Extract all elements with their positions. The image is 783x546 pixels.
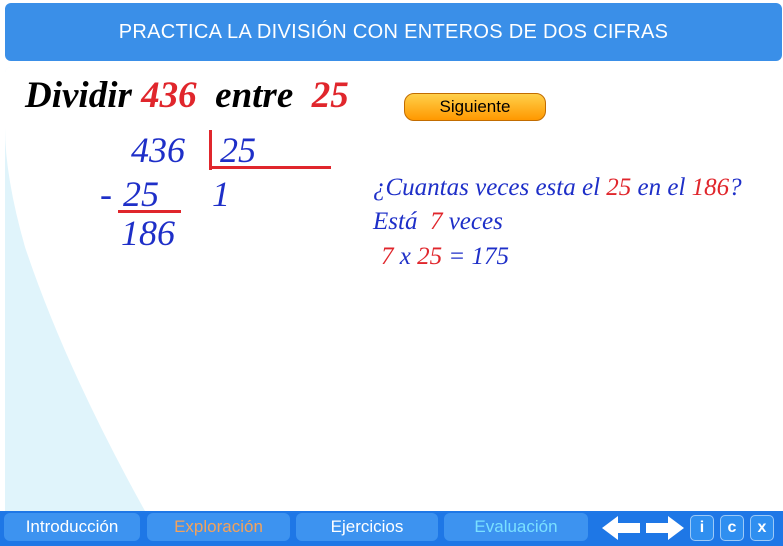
word-divide: Dividir <box>25 75 132 116</box>
calculation-line: 7 x 25 = 175 <box>381 242 509 272</box>
page-title: PRACTICA LA DIVISIÓN CON ENTEROS DE DOS … <box>118 21 669 43</box>
calc-b: 25 <box>417 243 443 270</box>
close-button[interactable]: x <box>750 515 774 541</box>
answer-prefix: Está <box>373 208 418 235</box>
word-between: entre <box>215 75 294 116</box>
question-suffix: ? <box>729 174 742 201</box>
division-subtrahend: 25 <box>123 174 159 214</box>
question-number-b: 186 <box>691 174 730 201</box>
info-button[interactable]: i <box>690 515 714 541</box>
calc-operator: x <box>399 243 411 270</box>
next-button[interactable]: Siguiente <box>404 93 546 121</box>
right-arrow-icon[interactable] <box>644 513 686 543</box>
footer-nav: Introducción Exploración Ejercicios Eval… <box>0 511 783 546</box>
calc-equals: = <box>448 243 466 270</box>
division-remainder: 186 <box>121 213 175 253</box>
dividend-value: 436 <box>141 75 197 116</box>
division-dividend: 436 <box>131 130 185 170</box>
question-number-a: 25 <box>606 174 632 201</box>
answer-line: Está 7 veces <box>373 207 503 237</box>
calc-a: 7 <box>381 243 394 270</box>
question-line: ¿Cuantas veces esta el 25 en el 186? <box>373 173 742 203</box>
question-middle: en el <box>637 174 686 201</box>
header-bar: PRACTICA LA DIVISIÓN CON ENTEROS DE DOS … <box>5 3 782 61</box>
left-arrow-icon[interactable] <box>600 513 642 543</box>
answer-suffix: veces <box>448 208 503 235</box>
tab-evaluacion[interactable]: Evaluación <box>444 513 588 541</box>
background-curve <box>5 67 782 511</box>
question-prefix: ¿Cuantas veces esta el <box>373 174 601 201</box>
division-divisor: 25 <box>220 130 256 170</box>
division-bracket-vertical <box>209 130 212 170</box>
calc-result: 175 <box>471 243 509 270</box>
tab-ejercicios[interactable]: Ejercicios <box>296 513 438 541</box>
answer-times: 7 <box>429 208 443 235</box>
tab-exploracion[interactable]: Exploración <box>147 513 290 541</box>
problem-statement: Dividir 436 entre 25 <box>25 75 349 117</box>
minus-sign: - <box>100 174 112 214</box>
main-panel: Dividir 436 entre 25 Siguiente 436 25 1 … <box>5 67 782 511</box>
divisor-value: 25 <box>311 75 349 116</box>
tab-introduccion[interactable]: Introducción <box>4 513 140 541</box>
credits-button[interactable]: c <box>720 515 744 541</box>
division-quotient: 1 <box>212 174 230 214</box>
